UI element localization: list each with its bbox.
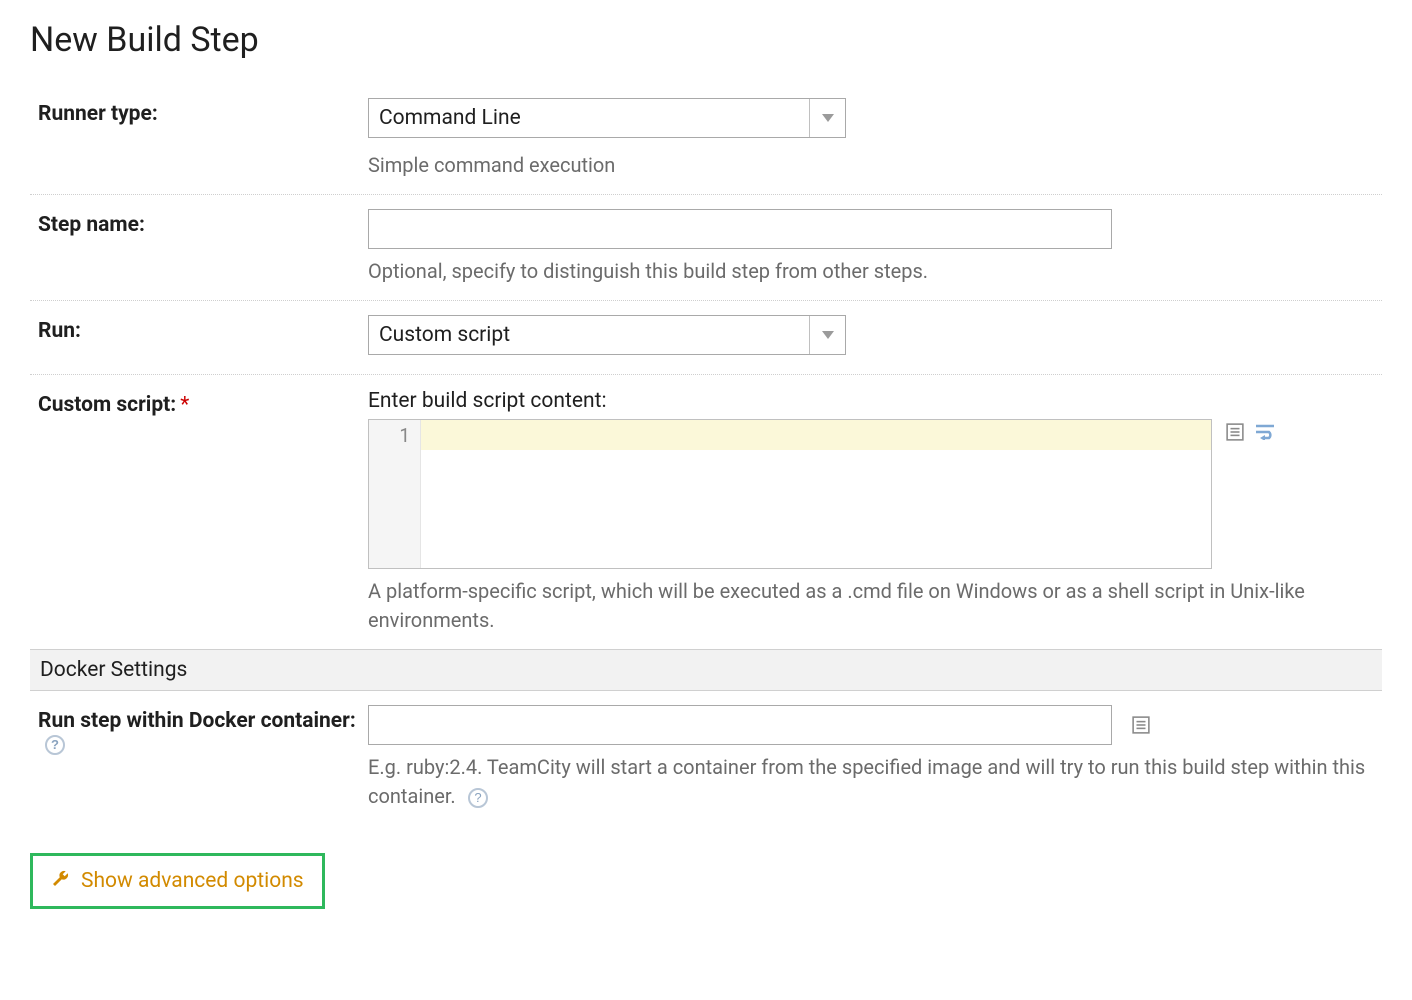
custom-script-help: A platform-specific script, which will b… — [368, 577, 1374, 635]
chevron-down-icon — [809, 316, 845, 354]
runner-type-value: Command Line — [369, 99, 845, 137]
runner-type-label: Runner type: — [38, 98, 368, 126]
docker-section-title: Docker Settings — [40, 658, 187, 682]
custom-script-label: Custom script:* — [38, 389, 368, 417]
editor-gutter: 1 — [369, 420, 421, 568]
page-title: New Build Step — [30, 20, 1382, 60]
row-step-name: Step name: Optional, specify to distingu… — [30, 195, 1382, 301]
chevron-down-icon — [809, 99, 845, 137]
row-run: Run: Custom script — [30, 301, 1382, 375]
run-select[interactable]: Custom script — [368, 315, 846, 355]
docker-help: E.g. ruby:2.4. TeamCity will start a con… — [368, 753, 1374, 811]
docker-label: Run step within Docker container: ? — [38, 705, 368, 757]
run-value: Custom script — [369, 316, 845, 354]
docker-image-input[interactable] — [368, 705, 1112, 745]
row-docker: Run step within Docker container: ? — [30, 691, 1382, 825]
editor-area[interactable] — [421, 420, 1211, 568]
help-icon[interactable]: ? — [467, 787, 489, 809]
runner-type-help: Simple command execution — [368, 151, 1374, 180]
custom-script-hint: Enter build script content: — [368, 389, 1374, 413]
wrap-icon[interactable] — [1254, 421, 1276, 443]
run-label: Run: — [38, 315, 368, 343]
docker-label-text: Run step within Docker container: — [38, 709, 356, 733]
runner-type-select[interactable]: Command Line — [368, 98, 846, 138]
list-icon[interactable] — [1130, 714, 1152, 736]
row-custom-script: Custom script:* Enter build script conte… — [30, 375, 1382, 649]
step-name-label: Step name: — [38, 209, 368, 237]
custom-script-editor[interactable]: 1 — [368, 419, 1212, 569]
svg-text:?: ? — [474, 790, 481, 805]
wrench-icon — [51, 868, 71, 894]
editor-active-line — [421, 420, 1211, 450]
row-runner-type: Runner type: Command Line Simple command… — [30, 84, 1382, 195]
help-icon[interactable]: ? — [44, 734, 66, 756]
step-name-help: Optional, specify to distinguish this bu… — [368, 257, 1374, 286]
step-name-input[interactable] — [368, 209, 1112, 249]
show-advanced-options-label: Show advanced options — [81, 869, 304, 893]
list-icon[interactable] — [1224, 421, 1246, 443]
section-docker: Docker Settings — [30, 649, 1382, 691]
show-advanced-options[interactable]: Show advanced options — [30, 853, 325, 909]
svg-text:?: ? — [51, 737, 59, 752]
line-number: 1 — [373, 424, 410, 447]
required-mark: * — [180, 393, 189, 417]
custom-script-label-text: Custom script: — [38, 393, 176, 417]
